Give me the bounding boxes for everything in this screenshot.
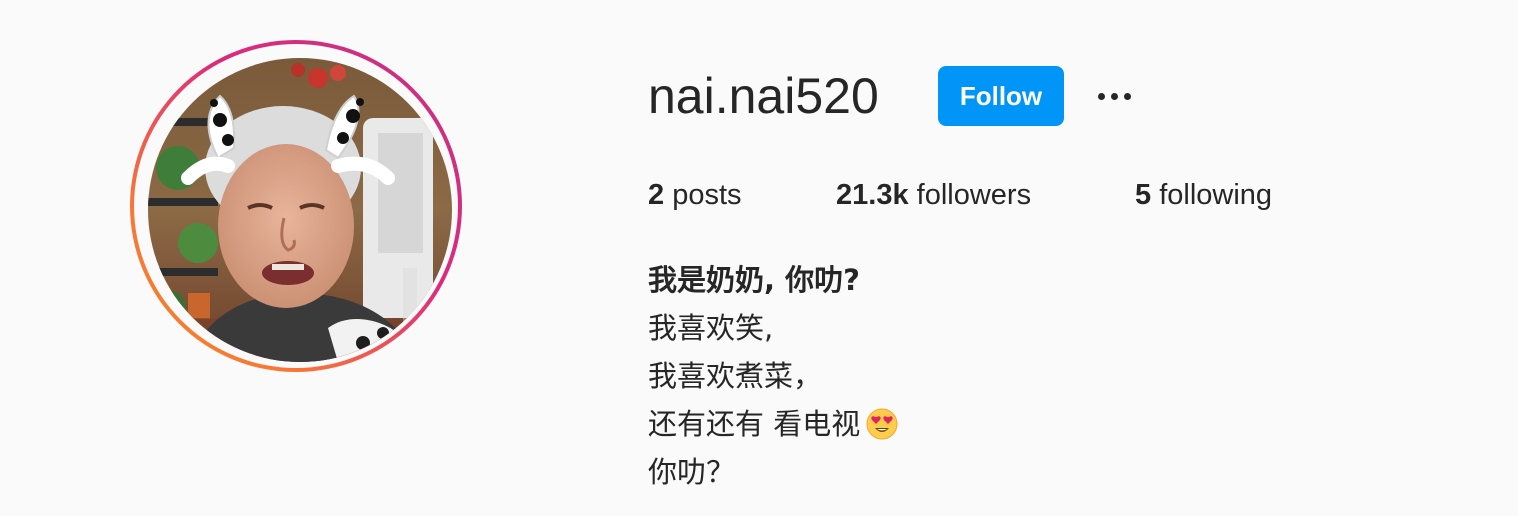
followers-count: 21.3k <box>836 179 909 211</box>
more-options-button[interactable] <box>1088 80 1140 112</box>
profile-bio: 我是奶奶, 你叻? 我喜欢笑, 我喜欢煮菜， 还有还有 看电视 你叻？ <box>648 256 898 496</box>
profile-avatar-story-ring[interactable] <box>130 40 462 372</box>
followers-label: followers <box>916 179 1032 211</box>
followers-stat[interactable]: 21.3k followers <box>836 176 1031 214</box>
follow-button[interactable]: Follow <box>938 66 1064 126</box>
more-dot-icon <box>1123 92 1131 100</box>
posts-count: 2 <box>648 179 665 211</box>
following-count: 5 <box>1135 179 1152 211</box>
bio-line-text: 还有还有 看电视 <box>648 407 861 441</box>
following-stat[interactable]: 5 following <box>1135 176 1272 214</box>
bio-line: 我喜欢煮菜， <box>648 359 823 393</box>
posts-stat: 2 posts <box>648 176 742 214</box>
posts-label: posts <box>672 179 742 211</box>
following-label: following <box>1159 179 1273 211</box>
avatar-photo-illustration <box>148 58 452 362</box>
bio-line-with-emoji: 还有还有 看电视 <box>648 400 898 448</box>
heart-eyes-emoji-icon <box>866 408 898 440</box>
bio-name: 我是奶奶, 你叻? <box>648 263 860 297</box>
avatar-gap <box>134 44 458 368</box>
bio-line: 我喜欢笑, <box>648 311 774 345</box>
profile-username: nai.nai520 <box>648 68 879 124</box>
more-dot-icon <box>1110 92 1118 100</box>
avatar[interactable] <box>148 58 452 362</box>
bio-line: 你叻？ <box>648 455 736 489</box>
more-dot-icon <box>1097 92 1105 100</box>
